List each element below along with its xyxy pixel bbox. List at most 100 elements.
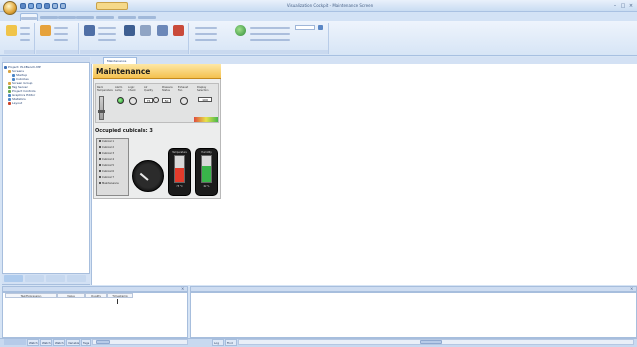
pressure-status-label: Pressure Status (162, 86, 173, 92)
explorer-tab-data[interactable] (46, 275, 65, 282)
distribute-button[interactable] (195, 33, 217, 35)
status-tab-watch1[interactable]: Watch 1 (27, 339, 39, 346)
window-title: Visualization Cockpit - Maintenance Scre… (286, 3, 374, 8)
open-screen-button[interactable] (54, 27, 68, 29)
new-screen-icon[interactable] (40, 25, 51, 36)
font-button[interactable] (98, 39, 116, 41)
tab-view[interactable] (40, 13, 58, 21)
group-caption-screen-management (36, 50, 78, 54)
zoom-icon[interactable] (318, 25, 323, 30)
cubicle-list: Cubical 1 Cubical 2 Cubical 3 Cubical 4 … (96, 138, 129, 196)
slider-handle[interactable] (98, 110, 105, 113)
status-tab-watch2[interactable]: Watch 2 (40, 339, 52, 346)
bell-icon[interactable] (124, 25, 135, 36)
run-icon[interactable] (60, 3, 66, 9)
brush-icon[interactable] (84, 25, 95, 36)
print-icon[interactable] (52, 3, 58, 9)
checkbox-icon[interactable] (99, 158, 101, 160)
explorer-tab-links[interactable] (67, 275, 86, 282)
column-header-value[interactable]: Value (57, 293, 85, 298)
group-button[interactable] (195, 39, 217, 41)
grid-icon[interactable] (157, 25, 168, 36)
close-button[interactable]: × (628, 3, 634, 9)
open-icon[interactable] (44, 3, 50, 9)
rack-temperature-slider[interactable] (99, 96, 104, 120)
display-selection-label: Display Selection (197, 86, 209, 92)
tab-arrange[interactable] (76, 13, 94, 21)
air-quality-dial[interactable] (153, 97, 159, 103)
status-tab-log[interactable]: Log (212, 339, 224, 346)
explorer-tab-views[interactable] (4, 275, 23, 282)
tab-animation[interactable] (96, 13, 114, 21)
scroll-thumb[interactable] (96, 340, 110, 344)
save-screen-button[interactable] (54, 33, 68, 35)
globe-icon[interactable] (235, 25, 246, 36)
checkbox-icon[interactable] (99, 170, 101, 172)
line-button[interactable] (98, 33, 116, 35)
watch-panel-close-icon[interactable]: × (181, 287, 185, 291)
paste-icon[interactable] (6, 25, 17, 36)
alarm-lamp-indicator (117, 97, 124, 104)
text-cursor-icon (117, 299, 120, 304)
checkbox-icon[interactable] (99, 140, 101, 142)
undo-icon[interactable] (28, 3, 34, 9)
tab-home[interactable] (20, 13, 38, 21)
tree-item[interactable]: Layout (4, 101, 88, 105)
column-header-tag[interactable]: Tag/Expression (5, 293, 57, 298)
tab-tools[interactable] (138, 13, 156, 21)
zoom-combo[interactable] (295, 25, 315, 30)
cubicle-label: Cubical 5 (102, 164, 115, 167)
column-header-timestamp[interactable]: Timestamp (107, 293, 133, 298)
tab-graphics[interactable] (118, 13, 136, 21)
display-selection-value[interactable]: 100 (198, 97, 212, 102)
output-panel (190, 292, 637, 338)
status-tab-variables[interactable]: Variables (66, 339, 80, 346)
logic-check-dial[interactable] (129, 97, 137, 105)
project-tree: Project: PLCBench-MP Screens Startup Cubicl… (4, 65, 88, 105)
status-tab-find[interactable]: Find (225, 339, 237, 346)
document-tab-bar (91, 57, 637, 64)
temperature-meter-fill (175, 167, 184, 182)
runtime-button[interactable] (250, 27, 290, 29)
cubicle-label: Cubical 7 (102, 176, 115, 179)
screen-properties-icon[interactable] (173, 25, 184, 36)
status-tab-watch3[interactable]: Watch 3 (53, 339, 65, 346)
document-tab-maintenance[interactable]: Maintenance (103, 57, 137, 64)
format-painter-button[interactable] (20, 39, 30, 41)
save-icon[interactable] (20, 3, 26, 9)
layers-icon[interactable] (140, 25, 151, 36)
copy-button[interactable] (20, 33, 30, 35)
cubicle-item[interactable]: Maintenance (97, 181, 128, 187)
exhaust-fan-label: Exhaust Fan (178, 86, 189, 92)
deploy-button[interactable] (250, 39, 290, 41)
fill-button[interactable] (98, 27, 116, 29)
cubicle-label: Cubical 1 (102, 140, 115, 143)
alarm-lamp-label: Alarm Lamp (115, 86, 123, 92)
exhaust-fan-dial[interactable] (180, 97, 188, 105)
simulate-button[interactable] (250, 33, 290, 35)
output-scroll-thumb[interactable] (420, 340, 442, 344)
status-color-bar (194, 117, 218, 122)
rack-temperature-label: Rack Temperature (97, 86, 113, 92)
column-header-quality[interactable]: Quality (85, 293, 107, 298)
close-screen-button[interactable] (54, 39, 68, 41)
checkbox-icon[interactable] (99, 164, 101, 166)
application-menu-button[interactable] (3, 1, 17, 15)
redo-icon[interactable] (36, 3, 42, 9)
context-tab-graphic-tools[interactable] (96, 2, 128, 10)
minimize-button[interactable]: – (612, 3, 618, 9)
tab-insert[interactable] (58, 13, 76, 21)
align-button[interactable] (195, 27, 217, 29)
output-panel-close-icon[interactable]: × (630, 287, 634, 291)
checkbox-icon[interactable] (99, 146, 101, 148)
explorer-tab-servers[interactable] (25, 275, 44, 282)
checkbox-icon[interactable] (99, 152, 101, 154)
watch-panel (2, 292, 188, 338)
checkbox-icon[interactable] (99, 182, 101, 184)
status-tab-tags[interactable]: Tags (81, 339, 91, 346)
maximize-button[interactable]: □ (620, 3, 626, 9)
checkbox-icon[interactable] (99, 176, 101, 178)
air-quality-label: Air Quality (144, 86, 153, 92)
cut-button[interactable] (20, 27, 30, 29)
project-explorer-header (2, 57, 90, 63)
